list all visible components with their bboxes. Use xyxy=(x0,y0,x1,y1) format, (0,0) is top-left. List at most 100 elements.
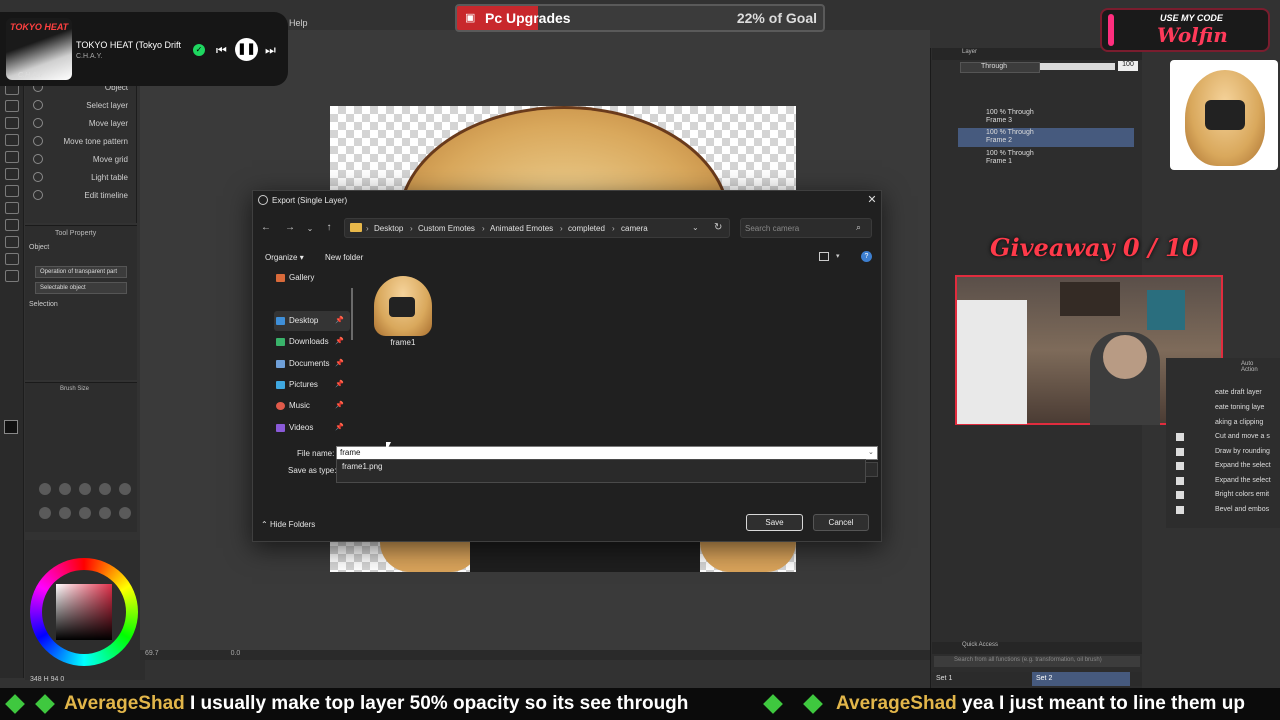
operation-select[interactable]: Operation of transparent part xyxy=(35,266,127,278)
eyedropper-tool-icon[interactable] xyxy=(5,270,19,282)
nav-item-music[interactable]: Music 📌 xyxy=(274,396,350,416)
blend-tool-icon[interactable] xyxy=(5,151,19,163)
checkbox[interactable] xyxy=(1176,491,1184,499)
auto-action-item[interactable]: Bright colors emit xyxy=(1170,488,1280,502)
brush-tool-icon[interactable] xyxy=(5,100,19,112)
menu-help[interactable]: Help xyxy=(289,18,308,28)
checkbox[interactable] xyxy=(1176,477,1184,485)
brush-size-preset[interactable] xyxy=(39,483,51,495)
pause-icon[interactable]: ❚❚ xyxy=(235,38,258,61)
chevron-down-icon[interactable]: ⌄ xyxy=(692,223,699,232)
view-icon[interactable] xyxy=(819,252,829,261)
hide-folders-toggle[interactable]: ⌃ Hide Folders xyxy=(261,520,315,529)
search-icon[interactable]: ⌕ xyxy=(856,222,861,233)
nav-item-videos[interactable]: Videos 📌 xyxy=(274,418,350,438)
help-icon[interactable]: ? xyxy=(861,251,872,262)
brush-size-preset[interactable] xyxy=(119,483,131,495)
organize-menu[interactable]: Organize ▾ xyxy=(265,253,304,262)
pin-icon[interactable]: 📌 xyxy=(335,332,344,352)
brush-size-preset[interactable] xyxy=(59,483,71,495)
selectable-object-select[interactable]: Selectable object xyxy=(35,282,127,294)
brush-size-preset[interactable] xyxy=(79,507,91,519)
auto-action-item[interactable]: Cut and move a s xyxy=(1170,430,1280,444)
auto-action-item[interactable]: Expand the select xyxy=(1170,474,1280,488)
chevron-right-icon: › xyxy=(482,224,485,233)
close-icon[interactable]: ✕ xyxy=(866,193,878,206)
nav-item-desktop[interactable]: Desktop 📌 xyxy=(274,311,350,331)
checkbox[interactable] xyxy=(1176,462,1184,470)
figure-tool-icon[interactable] xyxy=(5,168,19,180)
back-arrow-icon[interactable]: ← xyxy=(259,222,273,233)
layer-row[interactable]: 100 % Through Frame 1 xyxy=(958,149,1134,168)
layer-row-selected[interactable]: 100 % Through Frame 2 xyxy=(958,128,1134,147)
chevron-down-icon[interactable]: ▾ xyxy=(836,252,840,260)
sub-tool-item[interactable]: Move grid xyxy=(25,150,136,168)
sub-tool-item[interactable]: Edit timeline xyxy=(25,186,136,204)
nav-pane-scrollbar[interactable] xyxy=(351,288,353,340)
brush-size-preset[interactable] xyxy=(79,483,91,495)
chevron-down-icon[interactable]: ⌄ xyxy=(868,448,874,456)
file-name-input[interactable]: frame xyxy=(336,446,878,460)
checkbox[interactable] xyxy=(1176,448,1184,456)
blend-mode-select[interactable]: Through xyxy=(960,62,1040,73)
pin-icon[interactable]: 📌 xyxy=(335,354,344,374)
layer-row[interactable]: 100 % Through Frame 3 xyxy=(958,108,1134,127)
hand-tool-icon[interactable] xyxy=(5,253,19,265)
check-icon[interactable]: ✓ xyxy=(193,44,205,56)
auto-action-item[interactable]: eate toning laye xyxy=(1170,401,1280,415)
auto-action-item[interactable]: Bevel and embos xyxy=(1170,503,1280,517)
save-button[interactable]: Save xyxy=(746,514,803,531)
auto-action-item[interactable]: Expand the select xyxy=(1170,459,1280,473)
pin-icon[interactable]: 📌 xyxy=(335,375,344,395)
main-color-swatch[interactable] xyxy=(4,420,18,434)
checkbox[interactable] xyxy=(1176,506,1184,514)
nav-item-documents[interactable]: Documents 📌 xyxy=(274,354,350,374)
nav-item-downloads[interactable]: Downloads 📌 xyxy=(274,332,350,352)
auto-action-item[interactable]: eate draft layer xyxy=(1170,386,1280,400)
breadcrumb-item[interactable]: camera xyxy=(621,224,648,233)
next-track-icon[interactable]: ⏭ xyxy=(265,43,276,58)
brush-size-preset[interactable] xyxy=(39,507,51,519)
breadcrumb-item[interactable]: completed xyxy=(568,224,605,233)
breadcrumb-item[interactable]: Custom Emotes xyxy=(418,224,475,233)
file-item-label[interactable]: frame1 xyxy=(380,338,426,347)
chevron-down-icon[interactable]: ⌄ xyxy=(303,224,317,233)
sub-tool-item[interactable]: Move layer xyxy=(25,114,136,132)
brush-size-preset[interactable] xyxy=(119,507,131,519)
autocomplete-suggestion[interactable]: frame1.png xyxy=(336,459,866,483)
opacity-value[interactable]: 100 xyxy=(1118,61,1138,71)
breadcrumb-item[interactable]: Animated Emotes xyxy=(490,224,553,233)
move-tool-icon[interactable] xyxy=(5,219,19,231)
forward-arrow-icon[interactable]: → xyxy=(283,222,297,233)
auto-action-item[interactable]: Draw by rounding xyxy=(1170,445,1280,459)
sub-tool-item[interactable]: Select layer xyxy=(25,96,136,114)
nav-item-pictures[interactable]: Pictures 📌 xyxy=(274,375,350,395)
auto-action-item[interactable]: aking a clipping xyxy=(1170,416,1280,430)
pin-icon[interactable]: 📌 xyxy=(335,311,344,331)
breadcrumb-item[interactable]: Desktop xyxy=(374,224,403,233)
brush-size-preset[interactable] xyxy=(59,507,71,519)
selection-tool-icon[interactable] xyxy=(5,202,19,214)
set-2-tab[interactable]: Set 2 xyxy=(1032,672,1130,686)
refresh-icon[interactable]: ↻ xyxy=(714,222,722,233)
new-folder-button[interactable]: New folder xyxy=(325,253,363,262)
pin-icon[interactable]: 📌 xyxy=(335,396,344,416)
pin-icon[interactable]: 📌 xyxy=(335,418,344,438)
cancel-button[interactable]: Cancel xyxy=(813,514,869,531)
set-1-tab[interactable]: Set 1 xyxy=(932,672,956,685)
quick-access-search[interactable]: Search from all functions (e.g. transfor… xyxy=(934,656,1140,667)
up-arrow-icon[interactable]: ↑ xyxy=(322,222,336,233)
previous-track-icon[interactable]: ⏮ xyxy=(216,43,227,58)
checkbox[interactable] xyxy=(1176,433,1184,441)
sub-tool-item[interactable]: Move tone pattern xyxy=(25,132,136,150)
eraser-tool-icon[interactable] xyxy=(5,117,19,129)
text-tool-icon[interactable] xyxy=(5,185,19,197)
zoom-tool-icon[interactable] xyxy=(5,236,19,248)
fill-tool-icon[interactable] xyxy=(5,134,19,146)
brush-size-preset[interactable] xyxy=(99,483,111,495)
nav-item-gallery[interactable]: Gallery xyxy=(274,268,350,288)
opacity-slider[interactable] xyxy=(1040,63,1115,70)
sub-tool-item[interactable]: Light table xyxy=(25,168,136,186)
brush-size-preset[interactable] xyxy=(99,507,111,519)
saturation-value-square[interactable] xyxy=(56,584,112,640)
